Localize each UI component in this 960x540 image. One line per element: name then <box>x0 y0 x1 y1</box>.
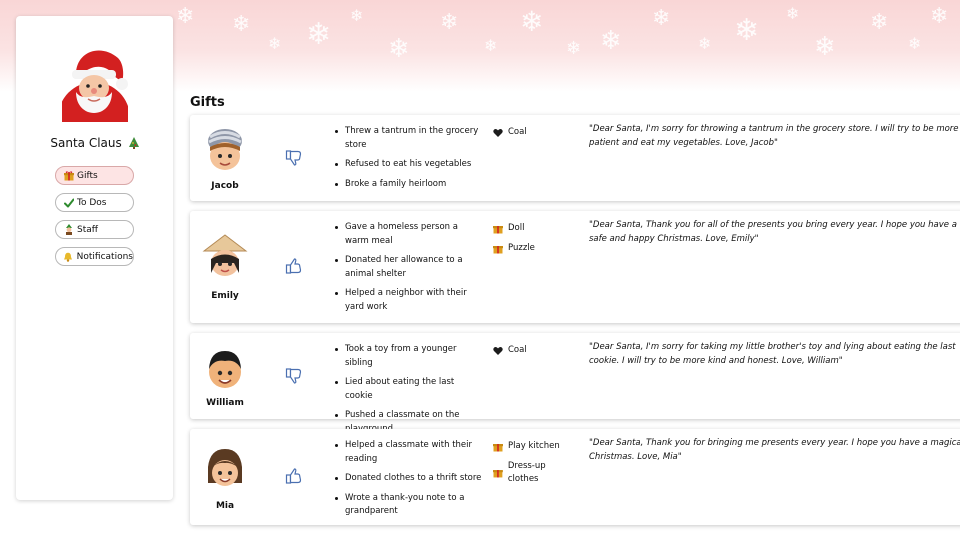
deeds-list: Threw a tantrum in the grocery store Ref… <box>332 125 482 197</box>
kids-list: Jacob Threw a tantrum in the grocery sto… <box>190 115 960 535</box>
user-name: Santa Claus <box>16 136 173 150</box>
gifts-list: Coal <box>493 126 578 146</box>
deed-item: Helped a classmate with their reading <box>332 439 482 466</box>
deeds-list: Gave a homeless person a warm meal Donat… <box>332 221 482 320</box>
gift-item: Puzzle <box>493 242 578 255</box>
sidebar-item-label: Staff <box>77 224 98 235</box>
thumbs-down-icon[interactable] <box>285 367 303 385</box>
kid-card: William Took a toy from a younger siblin… <box>190 333 960 434</box>
deed-item: Lied about eating the last cookie <box>332 376 482 403</box>
deed-item: Donated clothes to a thrift store <box>332 472 482 486</box>
snowflake-icon: ❄ <box>652 6 671 31</box>
thumbs-up-icon[interactable] <box>285 467 303 485</box>
santa-avatar <box>62 50 128 122</box>
gift-item: Coal <box>493 344 578 357</box>
kid-name: Emily <box>211 291 239 301</box>
deed-item: Helped a neighbor with their yard work <box>332 287 482 314</box>
checkmark-icon <box>63 197 74 208</box>
deed-item: Refused to eat his vegetables <box>332 158 482 172</box>
sidebar-item-gifts[interactable]: Gifts <box>55 166 134 185</box>
deed-item: Donated her allowance to a animal shelte… <box>332 254 482 281</box>
page-title: Gifts <box>190 95 225 110</box>
gift-item: Doll <box>493 222 578 235</box>
kid-card: Mia Helped a classmate with their readin… <box>190 429 960 525</box>
coal-heart-icon <box>493 346 503 355</box>
gifts-list: Play kitchen Dress-up clothes <box>493 440 578 493</box>
elf-icon <box>63 224 74 235</box>
sidebar-item-label: To Dos <box>77 197 107 208</box>
deed-item: Wrote a thank-you note to a grandparent <box>332 492 482 519</box>
christmas-tree-icon <box>128 137 139 149</box>
sidebar-item-label: Gifts <box>77 170 98 181</box>
snowflake-icon: ❄ <box>814 32 836 62</box>
santa-letter: "Dear Santa, I'm sorry for taking my lit… <box>589 342 956 366</box>
gift-icon <box>63 170 74 181</box>
deed-item: Took a toy from a younger sibling <box>332 343 482 370</box>
gift-item: Dress-up clothes <box>493 460 578 486</box>
snowflake-icon: ❄ <box>268 34 282 53</box>
snowflake-icon: ❄ <box>520 5 544 38</box>
gift-icon <box>493 225 503 233</box>
kid-avatar <box>208 449 242 486</box>
sidebar-item-notifications[interactable]: Notifications <box>55 247 134 266</box>
gift-item: Play kitchen <box>493 440 578 453</box>
sidebar-item-staff[interactable]: Staff <box>55 220 134 239</box>
snowflake-icon: ❄ <box>698 34 712 53</box>
snowflake-icon: ❄ <box>908 34 922 53</box>
kid-avatar <box>208 129 242 170</box>
kid-name: Jacob <box>211 181 239 191</box>
snowflake-icon: ❄ <box>350 6 364 25</box>
santa-letter: "Dear Santa, I'm sorry for throwing a ta… <box>589 124 959 148</box>
snowflake-icon: ❄ <box>232 12 251 37</box>
snowflake-icon: ❄ <box>176 4 195 29</box>
kid-name: William <box>206 398 244 408</box>
thumbs-down-icon[interactable] <box>285 149 303 167</box>
thumbs-up-icon[interactable] <box>285 257 303 275</box>
snowflake-icon: ❄ <box>870 10 889 35</box>
gift-item: Coal <box>493 126 578 139</box>
deed-item: Gave a homeless person a warm meal <box>332 221 482 248</box>
snowflake-icon: ❄ <box>600 26 622 56</box>
gift-icon <box>493 443 503 451</box>
sidebar: Santa Claus Gifts To Dos Staff Notificat… <box>16 16 173 500</box>
snowflake-icon: ❄ <box>440 10 459 35</box>
snowflake-icon: ❄ <box>566 38 582 59</box>
snowflake-icon: ❄ <box>930 4 949 29</box>
kid-card: Jacob Threw a tantrum in the grocery sto… <box>190 115 960 201</box>
santa-letter: "Dear Santa, Thank you for bringing me p… <box>589 438 960 462</box>
deed-item: Broke a family heirloom <box>332 178 482 192</box>
sidebar-nav: Gifts To Dos Staff Notifications <box>55 166 135 274</box>
deeds-list: Helped a classmate with their reading Do… <box>332 439 482 525</box>
santa-letter: "Dear Santa, Thank you for all of the pr… <box>589 220 957 244</box>
snowflake-icon: ❄ <box>306 17 332 52</box>
gift-icon <box>493 245 503 253</box>
coal-heart-icon <box>493 128 503 137</box>
kid-avatar <box>202 234 248 276</box>
snowflake-icon: ❄ <box>734 13 760 48</box>
snowflake-icon: ❄ <box>388 34 410 64</box>
sidebar-item-label: Notifications <box>76 251 133 262</box>
kid-name: Mia <box>215 501 235 511</box>
gift-icon <box>493 470 503 478</box>
kid-card: Emily Gave a homeless person a warm meal… <box>190 211 960 323</box>
kid-avatar <box>209 351 241 388</box>
snowflake-icon: ❄ <box>484 36 498 55</box>
snowflake-icon: ❄ <box>786 4 800 23</box>
deed-item: Threw a tantrum in the grocery store <box>332 125 482 152</box>
sidebar-item-to-dos[interactable]: To Dos <box>55 193 134 212</box>
gifts-list: Coal <box>493 344 578 364</box>
gifts-list: Doll Puzzle <box>493 222 578 262</box>
bell-icon <box>63 251 74 262</box>
deeds-list: Took a toy from a younger sibling Lied a… <box>332 343 482 442</box>
